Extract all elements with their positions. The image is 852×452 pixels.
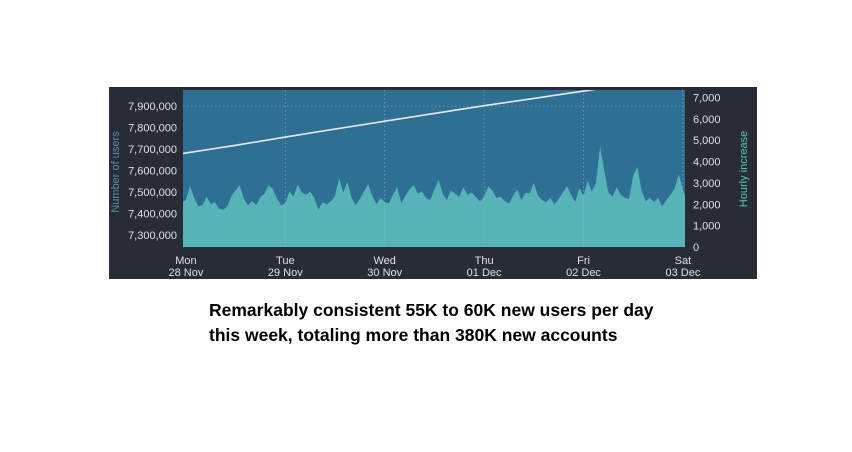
x-tick-day-label: Fri [577, 255, 590, 267]
y-right-tick-label: 5,000 [693, 135, 721, 147]
right-axis-ticks: 0 1,000 2,000 3,000 4,000 5,000 6,000 7,000 [693, 92, 721, 254]
y-left-tick-label: 7,400,000 [128, 209, 177, 221]
x-tick-date-label: 02 Dec [566, 267, 601, 279]
x-tick-date-label: 28 Nov [168, 267, 203, 279]
x-tick-date-label: 30 Nov [367, 267, 402, 279]
x-tick-date-label: 01 Dec [467, 267, 502, 279]
x-tick-day-label: Thu [475, 255, 494, 267]
y-left-tick-label: 7,600,000 [128, 166, 177, 178]
y-left-tick-label: 7,700,000 [128, 144, 177, 156]
chart-panel: 7,300,000 7,400,000 7,500,000 7,600,000 7,70… [109, 87, 757, 279]
y-left-tick-label: 7,500,000 [128, 187, 177, 199]
caption: Remarkably consistent 55K to 60K new use… [209, 298, 729, 348]
caption-line-1: Remarkably consistent 55K to 60K new use… [209, 300, 654, 320]
x-tick-date-label: 03 Dec [665, 267, 700, 279]
y-right-tick-label: 6,000 [693, 114, 721, 126]
x-axis-ticks: Mon28 NovTue29 NovWed30 NovThu01 DecFri0… [168, 255, 700, 279]
y-right-tick-label: 1,000 [693, 221, 721, 233]
y-left-tick-label: 7,300,000 [128, 230, 177, 242]
x-tick-date-label: 29 Nov [268, 267, 303, 279]
y-axis-right-title: Hourly increase [738, 131, 750, 207]
x-tick-day-label: Sat [675, 255, 692, 267]
y-right-tick-label: 3,000 [693, 178, 721, 190]
x-tick-day-label: Tue [276, 255, 295, 267]
y-left-tick-label: 7,800,000 [128, 123, 177, 135]
y-right-tick-label: 7,000 [693, 92, 721, 104]
y-right-tick-label: 0 [693, 242, 699, 254]
x-tick-day-label: Mon [175, 255, 196, 267]
caption-line-2: this week, totaling more than 380K new a… [209, 325, 618, 345]
x-tick-day-label: Wed [374, 255, 396, 267]
y-axis-left-title: Number of users [110, 131, 122, 213]
chart-svg: 7,300,000 7,400,000 7,500,000 7,600,000 7,70… [110, 90, 750, 279]
y-right-tick-label: 4,000 [693, 157, 721, 169]
left-axis-ticks: 7,300,000 7,400,000 7,500,000 7,600,000 7,70… [128, 101, 177, 242]
y-right-tick-label: 2,000 [693, 199, 721, 211]
y-left-tick-label: 7,900,000 [128, 101, 177, 113]
